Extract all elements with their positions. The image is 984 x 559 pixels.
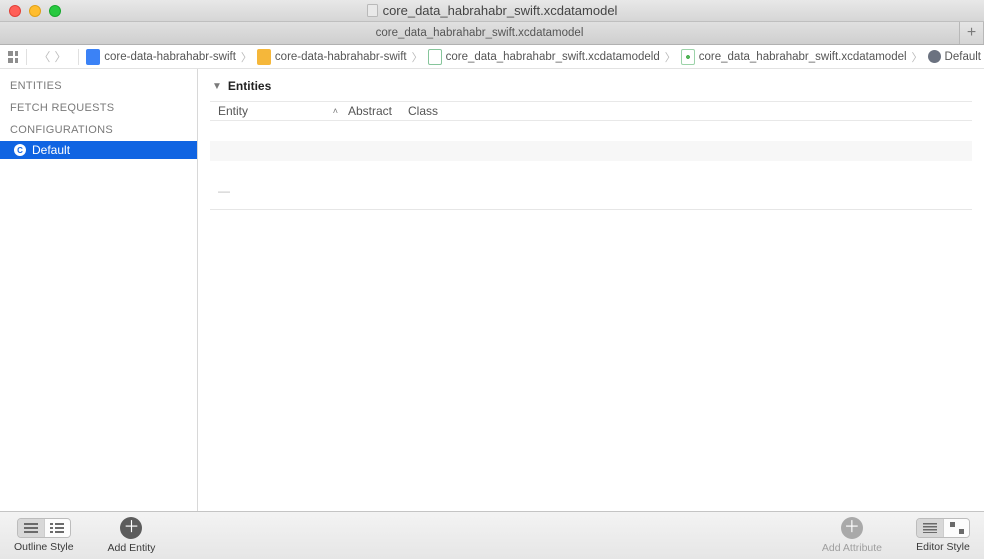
jumpbar-item-xcdatamodeld[interactable]: core_data_habrahabr_swift.xcdatamodeld	[425, 45, 663, 68]
window-controls	[0, 5, 61, 17]
column-label: Entity	[218, 104, 248, 118]
sidebar-header-entities[interactable]: ENTITIES	[0, 75, 197, 97]
bottom-toolbar: Outline Style ＋ Add Entity ＋ Add Attribu…	[0, 511, 984, 559]
chevron-right-icon: 〉	[239, 49, 254, 65]
zoom-window-button[interactable]	[49, 5, 61, 17]
plus-icon: ＋	[844, 520, 860, 536]
section-header-entities[interactable]: ▼ Entities	[210, 75, 972, 101]
empty-indicator: —	[210, 181, 972, 201]
tab-active[interactable]: core_data_habrahabr_swift.xcdatamodel	[0, 22, 960, 44]
sidebar-header-configurations[interactable]: CONFIGURATIONS	[0, 119, 197, 141]
table-header: Entity ˄ Abstract Class	[210, 101, 972, 121]
outline-style-outline[interactable]	[18, 519, 44, 537]
chevron-right-icon: 〉	[410, 49, 425, 65]
add-entity-control: ＋ Add Entity	[108, 517, 156, 554]
table-body[interactable]: —	[210, 121, 972, 201]
editor-style-graph[interactable]	[943, 519, 969, 537]
jumpbar-item-config[interactable]: Default	[925, 45, 984, 68]
sidebar-item-default-config[interactable]: C Default	[0, 141, 197, 159]
chevron-right-icon: 〉	[663, 49, 678, 65]
jumpbar-item-xcdatamodel[interactable]: core_data_habrahabr_swift.xcdatamodel	[678, 45, 910, 68]
config-icon	[928, 50, 941, 63]
entities-table: Entity ˄ Abstract Class —	[210, 101, 972, 201]
main-area: ENTITIES FETCH REQUESTS CONFIGURATIONS C…	[0, 69, 984, 511]
nav-back-button[interactable]: 〈	[38, 48, 50, 65]
graph-style-icon	[950, 522, 964, 534]
nav-forward-button[interactable]: 〉	[54, 48, 66, 65]
column-label: Abstract	[348, 104, 392, 118]
jumpbar-item-project[interactable]: core-data-habrahabr-swift	[83, 45, 239, 68]
sidebar-item-label: Default	[32, 143, 70, 157]
editor-style-table[interactable]	[917, 519, 943, 537]
xcdatamodeld-icon	[428, 49, 442, 65]
table-row[interactable]	[210, 121, 972, 141]
column-header-class[interactable]: Class	[408, 104, 972, 118]
table-style-icon	[923, 523, 937, 533]
column-header-abstract[interactable]: Abstract	[348, 104, 408, 118]
tab-label: core_data_habrahabr_swift.xcdatamodel	[376, 27, 584, 39]
jumpbar-item-folder[interactable]: core-data-habrahabr-swift	[254, 45, 410, 68]
folder-icon	[257, 49, 271, 65]
titlebar: core_data_habrahabr_swift.xcdatamodel	[0, 0, 984, 22]
jump-bar: 〈 〉 core-data-habrahabr-swift 〉 core-dat…	[0, 45, 984, 69]
add-attribute-button: ＋	[841, 517, 863, 539]
add-entity-button[interactable]: ＋	[120, 517, 142, 539]
editor-style-control: Editor Style	[916, 518, 970, 553]
editor-style-label: Editor Style	[916, 541, 970, 553]
column-label: Class	[408, 104, 438, 118]
config-icon: C	[14, 144, 26, 156]
plus-icon: ＋	[123, 520, 139, 536]
plus-icon: +	[967, 24, 976, 42]
tab-bar: core_data_habrahabr_swift.xcdatamodel +	[0, 22, 984, 45]
outline-lines-icon	[24, 523, 38, 533]
add-attribute-control: ＋ Add Attribute	[822, 517, 882, 554]
jumpbar-label: core_data_habrahabr_swift.xcdatamodeld	[446, 51, 660, 63]
add-attribute-label: Add Attribute	[822, 542, 882, 554]
sidebar: ENTITIES FETCH REQUESTS CONFIGURATIONS C…	[0, 69, 198, 511]
column-header-entity[interactable]: Entity ˄	[218, 104, 348, 118]
outline-style-control: Outline Style	[14, 518, 74, 553]
close-window-button[interactable]	[9, 5, 21, 17]
jumpbar-label: Default	[945, 51, 981, 63]
editor-panel: ▼ Entities Entity ˄ Abstract Class	[198, 69, 984, 511]
window-title-text: core_data_habrahabr_swift.xcdatamodel	[383, 3, 618, 18]
nav-arrows: 〈 〉	[30, 48, 74, 65]
disclosure-triangle-icon[interactable]: ▼	[212, 81, 222, 92]
new-tab-button[interactable]: +	[960, 22, 984, 44]
jumpbar-label: core-data-habrahabr-swift	[104, 51, 236, 63]
outline-style-list[interactable]	[44, 519, 70, 537]
file-icon	[367, 4, 378, 17]
table-row[interactable]	[210, 161, 972, 181]
outline-style-label: Outline Style	[14, 541, 74, 553]
divider	[26, 49, 27, 65]
minimize-window-button[interactable]	[29, 5, 41, 17]
related-items-icon[interactable]	[8, 51, 18, 63]
jumpbar-label: core-data-habrahabr-swift	[275, 51, 407, 63]
window-title: core_data_habrahabr_swift.xcdatamodel	[0, 3, 984, 18]
project-icon	[86, 49, 100, 65]
section-title: Entities	[228, 79, 271, 93]
outline-list-icon	[50, 523, 64, 533]
xcdatamodel-icon	[681, 49, 695, 65]
editor-style-toggle[interactable]	[916, 518, 970, 538]
sort-indicator-icon: ˄	[333, 106, 338, 116]
table-row[interactable]	[210, 141, 972, 161]
outline-style-toggle[interactable]	[17, 518, 71, 538]
divider	[78, 49, 79, 65]
add-entity-label: Add Entity	[108, 542, 156, 554]
divider	[210, 209, 972, 210]
sidebar-header-fetch-requests[interactable]: FETCH REQUESTS	[0, 97, 197, 119]
jumpbar-label: core_data_habrahabr_swift.xcdatamodel	[699, 51, 907, 63]
chevron-right-icon: 〉	[910, 49, 925, 65]
